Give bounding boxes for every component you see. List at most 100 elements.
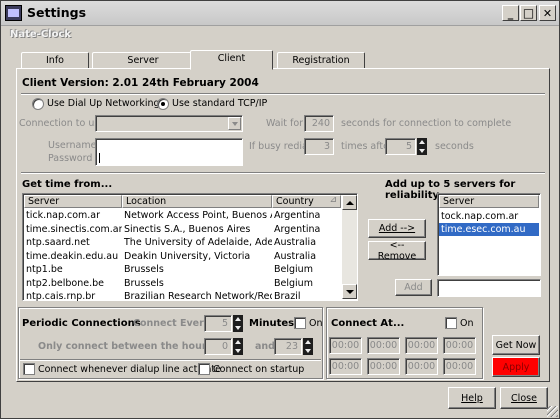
connect-at-on-label[interactable]: On bbox=[460, 318, 474, 329]
minutes-label: Minutes bbox=[249, 318, 295, 329]
connect-time-input[interactable]: 00:00 bbox=[367, 337, 400, 354]
server-cell: ntp.saard.net bbox=[26, 237, 90, 249]
only-between-label: Only connect between the hours of bbox=[38, 341, 227, 352]
column-header-location[interactable]: Location bbox=[122, 195, 272, 208]
periodic-on-label[interactable]: On bbox=[309, 318, 323, 329]
chevron-down-icon[interactable] bbox=[228, 117, 241, 130]
location-cell: Sinectis S.A., Buenos Aires bbox=[124, 223, 251, 235]
times-after-spinner[interactable] bbox=[417, 138, 427, 155]
server-cell: time.sinectis.com.ar bbox=[26, 223, 122, 235]
server-row[interactable]: ntp.saard.net The University of Adelaide,… bbox=[24, 236, 341, 250]
and-label: and bbox=[255, 341, 275, 352]
close-button[interactable]: Close bbox=[500, 387, 548, 409]
sort-ascending-icon: ⊿ bbox=[329, 195, 337, 205]
selected-server-item[interactable]: time.esec.com.au bbox=[439, 223, 539, 236]
connection-select[interactable] bbox=[95, 115, 243, 132]
scroll-down-button[interactable] bbox=[342, 284, 357, 299]
maximize-button[interactable]: □ bbox=[520, 5, 537, 21]
dialup-activate-label[interactable]: Connect whenever dialup line activate bbox=[38, 364, 221, 375]
server-cell: ntp1.be bbox=[26, 264, 63, 276]
remove-server-button-label: <-- Remove bbox=[377, 239, 417, 262]
settings-window: Settings _ □ ✕ Nate-Clock Info Server Cl… bbox=[0, 0, 560, 419]
connect-time-input[interactable]: 00:00 bbox=[443, 358, 476, 375]
tab-registration[interactable]: Registration bbox=[277, 52, 365, 69]
hour-to-input[interactable]: 23 bbox=[274, 338, 302, 355]
minimize-button[interactable]: _ bbox=[502, 5, 519, 21]
credentials-field[interactable] bbox=[95, 138, 243, 166]
app-icon bbox=[5, 5, 22, 21]
column-header-country-label: Country bbox=[276, 196, 314, 207]
dialup-radio-label[interactable]: Use Dial Up Networking bbox=[47, 98, 160, 109]
title-bar[interactable]: Settings _ □ ✕ bbox=[1, 1, 559, 26]
location-cell: Brussels bbox=[124, 264, 164, 276]
add-server-button[interactable]: Add --> bbox=[368, 219, 426, 238]
server-cell: ntp.cais.rnp.br bbox=[26, 291, 96, 303]
apply-button-label: Apply bbox=[502, 361, 530, 373]
apply-button[interactable]: Apply bbox=[492, 357, 540, 377]
location-cell: The University of Adelaide, Adelaide bbox=[124, 237, 272, 249]
help-button[interactable]: Help bbox=[448, 387, 496, 409]
connect-time-input[interactable]: 00:00 bbox=[329, 337, 362, 354]
busy-redial-input[interactable]: 3 bbox=[304, 138, 334, 155]
connect-time-input[interactable]: 00:00 bbox=[405, 337, 438, 354]
connect-every-input[interactable]: 5 bbox=[204, 315, 232, 332]
server-row[interactable]: ntp.cais.rnp.br Brazilian Research Networ… bbox=[24, 290, 341, 304]
times-after-input[interactable]: 5 bbox=[385, 138, 416, 155]
connect-on-startup-checkbox[interactable] bbox=[198, 363, 210, 375]
server-row[interactable]: ntp1.be Brussels Belgium bbox=[24, 263, 341, 277]
manual-add-button[interactable]: Add bbox=[395, 279, 432, 296]
remove-server-button[interactable]: <-- Remove bbox=[368, 239, 426, 262]
wait-for-input[interactable]: 240 bbox=[304, 115, 334, 132]
manual-server-input[interactable] bbox=[437, 279, 541, 297]
country-cell: Australia bbox=[274, 237, 317, 249]
country-cell: Brazil bbox=[274, 291, 301, 303]
tab-server[interactable]: Server bbox=[92, 52, 194, 69]
scroll-up-button[interactable] bbox=[342, 195, 357, 210]
periodic-on-checkbox[interactable] bbox=[294, 317, 306, 329]
connect-on-startup-label[interactable]: Connect on startup bbox=[213, 364, 304, 375]
country-cell: Australia bbox=[274, 250, 317, 262]
hour-from-spinner[interactable] bbox=[233, 338, 243, 355]
busy-redial-label: If busy redial bbox=[249, 141, 311, 152]
connect-time-input[interactable]: 00:00 bbox=[329, 358, 362, 375]
selected-server-item[interactable]: tock.nap.com.ar bbox=[439, 210, 539, 223]
connect-time-input[interactable]: 00:00 bbox=[405, 358, 438, 375]
text-caret bbox=[99, 153, 100, 163]
wait-for-suffix: seconds for connection to complete bbox=[341, 118, 512, 129]
server-row[interactable]: time.deakin.edu.au Deakin University, Vic… bbox=[24, 250, 341, 264]
tab-info[interactable]: Info bbox=[21, 52, 89, 69]
dialup-activate-checkbox[interactable] bbox=[23, 363, 35, 375]
hour-to-spinner[interactable] bbox=[303, 338, 313, 355]
tcpip-radio[interactable] bbox=[157, 98, 169, 110]
dialup-radio[interactable] bbox=[32, 98, 44, 110]
get-time-from-label: Get time from... bbox=[22, 179, 113, 190]
manual-add-button-label: Add bbox=[404, 282, 423, 293]
connect-at-on-checkbox[interactable] bbox=[445, 317, 457, 329]
get-now-button[interactable]: Get Now bbox=[492, 335, 540, 355]
get-now-button-label: Get Now bbox=[495, 339, 537, 351]
tcpip-radio-label[interactable]: Use standard TCP/IP bbox=[172, 98, 267, 109]
column-header-server[interactable]: Server bbox=[24, 195, 122, 208]
connect-time-input[interactable]: 00:00 bbox=[443, 337, 476, 354]
connect-every-label: Connect Every bbox=[133, 318, 210, 329]
close-window-button[interactable]: ✕ bbox=[539, 5, 556, 21]
resize-grip-icon[interactable] bbox=[547, 406, 558, 417]
location-cell: Brussels bbox=[124, 277, 164, 289]
server-list-scrollbar[interactable] bbox=[342, 195, 357, 299]
hour-from-input[interactable]: 0 bbox=[204, 338, 232, 355]
connect-every-spinner[interactable] bbox=[233, 315, 243, 332]
server-row[interactable]: tick.nap.com.ar Network Access Point, Bue… bbox=[24, 209, 341, 223]
arrow-up-icon bbox=[345, 200, 354, 205]
connect-time-input[interactable]: 00:00 bbox=[367, 358, 400, 375]
selected-server-list[interactable]: Server tock.nap.com.ar time.esec.com.au bbox=[437, 193, 541, 276]
server-list[interactable]: Server Location Country ⊿ tick.nap.com.a… bbox=[22, 193, 358, 304]
help-button-label: Help bbox=[461, 392, 483, 404]
server-cell: time.deakin.edu.au bbox=[26, 250, 119, 262]
app-name-label: Nate-Clock bbox=[10, 29, 72, 40]
server-row[interactable]: ntp2.belbone.be Brussels Belgium bbox=[24, 277, 341, 291]
tab-client[interactable]: Client bbox=[190, 50, 273, 70]
server-row[interactable]: time.sinectis.com.ar Sinectis S.A., Bueno… bbox=[24, 223, 341, 237]
server-cell: tick.nap.com.ar bbox=[26, 210, 101, 222]
connection-to-use-label: Connection to use bbox=[19, 118, 106, 129]
column-header-country[interactable]: Country ⊿ bbox=[272, 195, 341, 208]
